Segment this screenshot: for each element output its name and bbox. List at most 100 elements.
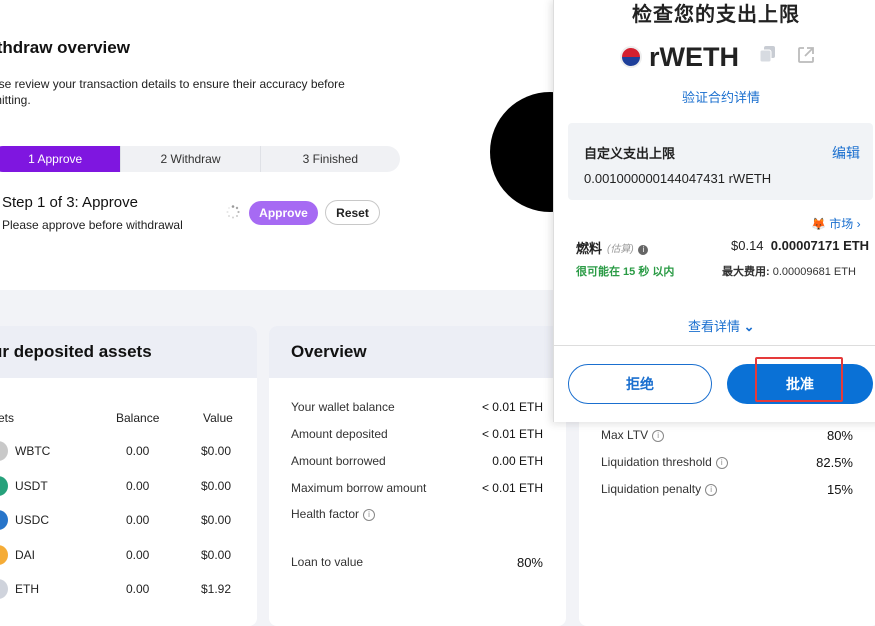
verify-contract-link[interactable]: 验证合约详情 [682, 87, 760, 106]
overview-label: Maximum borrow amount [291, 481, 427, 495]
gas-fee: $0.14 0.00007171 ETH [731, 238, 869, 253]
risk-row: Liquidation threshold i 82.5% [601, 455, 853, 470]
info-icon[interactable]: i [363, 508, 376, 521]
withdraw-description: ase review your transaction details to e… [0, 77, 345, 107]
risk-label: Max LTV [601, 428, 649, 442]
risk-value: 80% [826, 428, 853, 443]
market-selector[interactable]: 🦊 市场 › [811, 215, 861, 232]
asset-symbol: WBTC [15, 444, 51, 458]
token-header: rWETH [620, 40, 739, 74]
overview-value: < 0.01 ETH [481, 481, 543, 495]
spending-cap-popup: 检查您的支出上限 rWETH 验证合约详情 自定义支出上限 编辑 0.00100… [553, 0, 875, 422]
ltv-value: 80% [516, 555, 543, 570]
spending-cap-label: 自定义支出上限 [584, 146, 676, 161]
withdraw-title: ithdraw overview [0, 38, 130, 57]
chevron-down-icon: ⌄ [743, 319, 755, 334]
ltv-label: Loan to value [291, 555, 364, 569]
risk-row: Liquidation penalty i 15% [601, 482, 853, 497]
overview-label: Your wallet balance [291, 400, 395, 414]
asset-row[interactable]: WBTC 0.00 $0.00 [0, 441, 257, 461]
asset-balance: 0.00 [126, 547, 150, 562]
token-name: rWETH [649, 41, 739, 72]
popup-divider [554, 345, 875, 346]
approve-button[interactable]: Approve [249, 201, 318, 225]
coin-icon [0, 475, 8, 496]
fox-icon: 🦊 [811, 217, 826, 231]
step-tracker: 1 Approve 2 Withdraw 3 Finished [0, 146, 400, 172]
reset-button[interactable]: Reset [325, 200, 380, 225]
asset-value: $0.00 [201, 547, 232, 562]
step-withdraw[interactable]: 2 Withdraw [121, 146, 261, 172]
assets-header-asset: sets [0, 411, 15, 425]
market-label: 市场 [829, 217, 854, 231]
chevron-right-icon: › [856, 217, 861, 231]
view-details-link[interactable]: 查看详情 ⌄ [688, 316, 755, 335]
asset-row[interactable]: USDC 0.00 $0.00 [0, 510, 257, 530]
token-logo-icon [620, 46, 642, 68]
spending-cap-box: 自定义支出上限 编辑 0.001000000144047431 rWETH [568, 123, 873, 200]
asset-symbol: USDC [15, 513, 50, 527]
overview-row: Amount borrowed 0.00 ETH [291, 454, 543, 468]
coin-icon [0, 544, 8, 565]
overview-row: Health factor i [291, 507, 543, 521]
reject-button[interactable]: 拒绝 [568, 364, 712, 404]
asset-value: $0.00 [201, 478, 232, 493]
asset-balance: 0.00 [126, 582, 150, 596]
asset-value: $0.00 [201, 444, 232, 458]
overview-value: < 0.01 ETH [481, 427, 543, 441]
max-fee: 最大费用: 0.00009681 ETH [722, 263, 856, 279]
edit-link[interactable]: 编辑 [832, 143, 860, 163]
deposited-assets-title: ur deposited assets [0, 326, 257, 378]
asset-row[interactable]: ETH 0.00 $1.92 [0, 579, 257, 599]
info-icon[interactable]: i [638, 245, 649, 255]
deposited-assets-card: ur deposited assets sets Balance Value W… [0, 326, 257, 626]
overview-value: 0.00 ETH [492, 454, 543, 468]
copy-icon[interactable] [759, 45, 777, 63]
assets-header-value: Value [203, 411, 233, 425]
info-icon[interactable]: i [652, 429, 665, 442]
assets-header-balance: Balance [116, 411, 160, 425]
asset-value: $0.00 [201, 513, 232, 527]
gas-time-estimate: 很可能在 15 秒 以内 [576, 266, 675, 278]
spending-cap-value: 0.001000000144047431 rWETH [584, 171, 772, 186]
risk-value: 15% [826, 482, 853, 497]
asset-row[interactable]: USDT 0.00 $0.00 [0, 475, 257, 496]
max-fee-label: 最大费用: [722, 266, 770, 278]
asset-value: $1.92 [201, 582, 232, 596]
gas-fee-usd: $0.14 [731, 238, 764, 253]
approve-highlight-box [755, 357, 843, 402]
coin-icon [0, 579, 8, 599]
max-fee-value: 0.00009681 ETH [772, 266, 856, 278]
overview-row: Your wallet balance < 0.01 ETH [291, 400, 543, 414]
risk-label: Liquidation threshold [601, 455, 712, 469]
coin-icon [0, 510, 8, 530]
popup-title: 检查您的支出上限 [632, 4, 800, 26]
external-link-icon[interactable] [796, 45, 816, 65]
asset-balance: 0.00 [126, 478, 150, 493]
info-icon[interactable]: i [705, 483, 718, 496]
overview-label: Health factor [291, 507, 360, 521]
info-icon[interactable]: i [715, 456, 728, 469]
gas-label: 燃料 [576, 241, 603, 256]
step-heading: Step 1 of 3: Approve [2, 194, 138, 211]
risk-row: Max LTV i 80% [601, 428, 853, 443]
overview-label: Amount borrowed [291, 454, 386, 468]
step-approve[interactable]: 1 Approve [0, 146, 122, 172]
step-description: Please approve before withdrawal [2, 218, 183, 232]
overview-value: < 0.01 ETH [481, 400, 543, 414]
overview-row: Amount deposited < 0.01 ETH [291, 427, 543, 441]
coin-icon [0, 441, 8, 461]
overview-row: Maximum borrow amount < 0.01 ETH [291, 481, 543, 495]
overview-label: Amount deposited [291, 427, 388, 441]
asset-symbol: DAI [15, 547, 36, 562]
overview-title: Overview [269, 326, 566, 378]
risk-value: 82.5% [816, 455, 853, 470]
overview-card: Overview Your wallet balance < 0.01 ETH … [269, 326, 566, 626]
asset-balance: 0.00 [126, 513, 150, 527]
gas-fee-eth: 0.00007171 ETH [770, 238, 870, 253]
gas-estimate-label: (估算) i [607, 240, 649, 255]
asset-symbol: USDT [15, 478, 48, 493]
asset-row[interactable]: DAI 0.00 $0.00 [0, 544, 257, 565]
loading-spinner-icon [226, 205, 240, 219]
step-finished[interactable]: 3 Finished [261, 146, 400, 172]
